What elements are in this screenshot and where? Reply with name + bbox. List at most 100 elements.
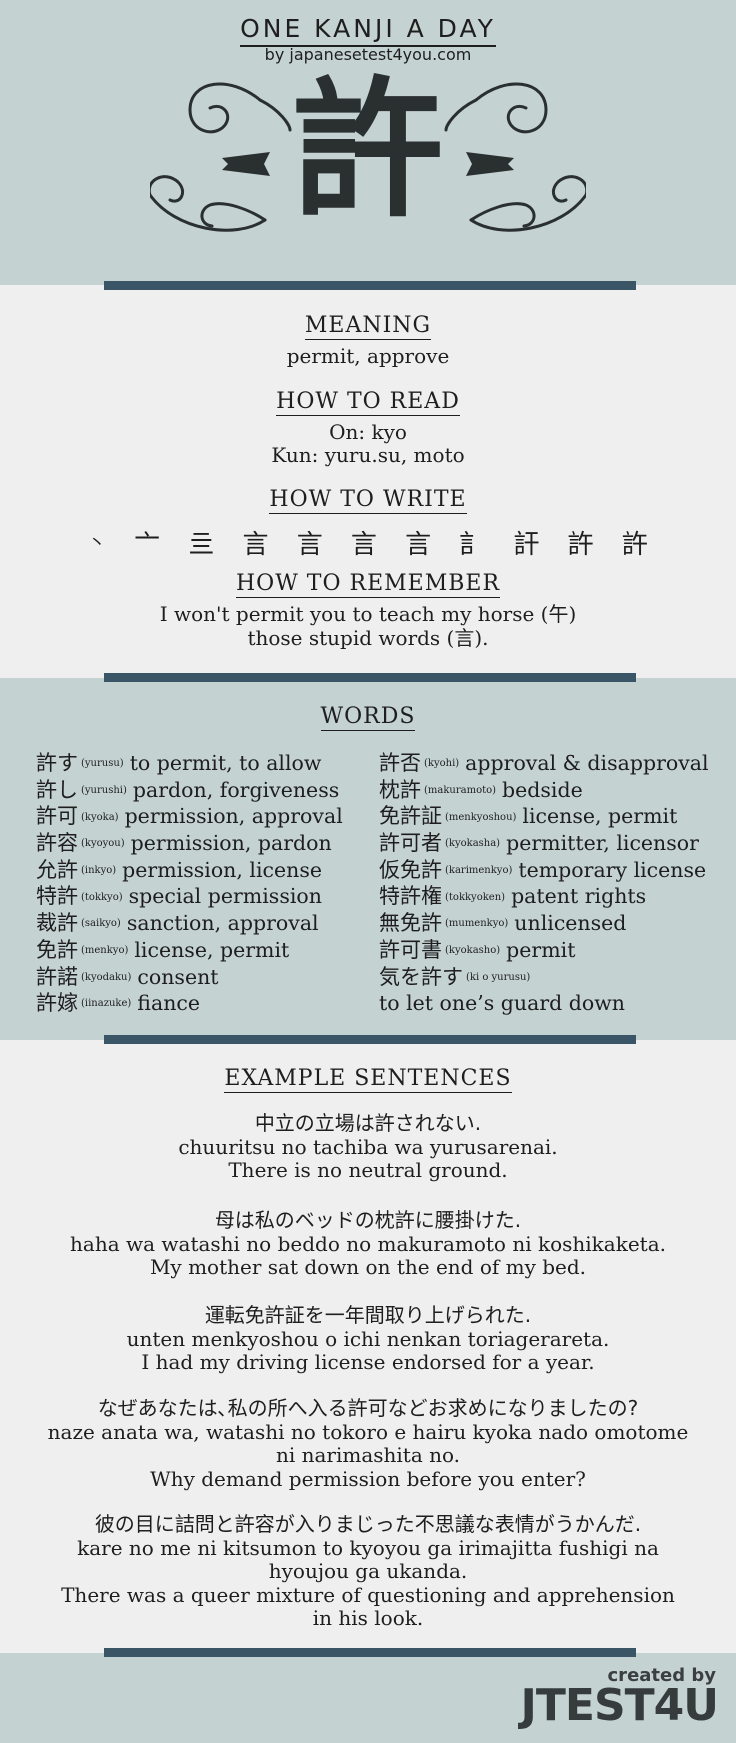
stroke-step: 丶 xyxy=(88,533,106,554)
example-english: in his look. xyxy=(312,1606,424,1630)
word-reading: (kyoka) xyxy=(81,811,119,823)
stroke-step: 亠 xyxy=(134,529,161,560)
stroke-step: 許 xyxy=(567,529,594,560)
example-sentence: 彼の目に詰問と許容が入りまじった不思議な表情がうかんだ. kare no me … xyxy=(0,1512,736,1631)
word-entry: 允許 (inkyo) permission, license xyxy=(36,857,343,884)
word-reading: (menkyo) xyxy=(81,944,129,956)
word-kanji: 許容 xyxy=(36,831,78,856)
word-entry: 許嫁 (iinazuke) fiance xyxy=(36,990,343,1017)
divider xyxy=(104,281,636,290)
word-meaning: patent rights xyxy=(511,884,647,909)
word-reading: (kyokasha) xyxy=(445,838,501,850)
word-kanji: 許諾 xyxy=(36,964,78,989)
example-japanese: なぜあなたは､私の所へ入る許可などお求めになりましたの? xyxy=(97,1396,639,1420)
word-kanji: 允許 xyxy=(36,857,78,882)
stroke-step: 訐 xyxy=(513,529,540,560)
word-reading: (kyokasho) xyxy=(445,944,501,956)
words-heading-text: WORDS xyxy=(320,704,416,731)
example-english: My mother sat down on the end of my bed. xyxy=(149,1255,587,1279)
example-sentence: 母は私のベッドの枕許に腰掛けた. haha wa watashi no bedd… xyxy=(0,1208,736,1280)
word-entry: 気を許す (ki o yurusu) xyxy=(379,964,709,991)
example-sentence: 中立の立場は許されない. chuuritsu no tachiba wa yur… xyxy=(0,1111,736,1183)
word-reading: (mumenkyo) xyxy=(445,918,509,930)
word-entry: 仮免許 (karimenkyo) temporary license xyxy=(379,857,709,884)
word-meaning: approval & disapproval xyxy=(465,751,709,775)
word-reading: (kyodaku) xyxy=(81,971,132,983)
example-english: I had my driving license endorsed for a … xyxy=(141,1350,595,1374)
reading-heading-text: HOW TO READ xyxy=(276,389,460,416)
word-meaning: sanction, approval xyxy=(126,911,319,936)
word-meaning: to permit, to allow xyxy=(129,751,322,775)
word-reading: (tokkyo) xyxy=(81,891,123,903)
reading-kun: Kun: yuru.su, moto xyxy=(271,443,465,467)
word-entry: 許可 (kyoka) permission, approval xyxy=(36,803,343,830)
page-title-text: ONE KANJI A DAY xyxy=(240,14,496,47)
word-kanji: 許可書 xyxy=(379,937,442,962)
word-entry: 許諾 (kyodaku) consent xyxy=(36,964,343,991)
example-romaji: chuuritsu no tachiba wa yurusarenai. xyxy=(178,1134,558,1159)
word-meaning: permitter, licensor xyxy=(506,831,699,856)
word-entry: 特許権 (tokkyoken) patent rights xyxy=(379,883,709,910)
stroke-step: 許 xyxy=(621,529,648,560)
word-reading: (kyoyou) xyxy=(81,838,125,850)
meaning-heading: MEANING xyxy=(0,313,736,340)
divider xyxy=(104,1648,636,1657)
example-romaji: haha wa watashi no beddo no makuramoto n… xyxy=(70,1231,666,1256)
word-kanji: 気を許す xyxy=(379,964,463,989)
word-kanji: 特許権 xyxy=(379,884,442,909)
word-kanji: 許す xyxy=(36,751,78,775)
word-kanji: 許嫁 xyxy=(36,991,78,1016)
word-entry: 許す (yurusu) to permit, to allow xyxy=(36,750,343,777)
word-meaning: fiance xyxy=(137,991,201,1016)
example-japanese: 中立の立場は許されない. xyxy=(254,1111,482,1135)
examples-heading-text: EXAMPLE SENTENCES xyxy=(224,1066,512,1093)
word-meaning: temporary license xyxy=(518,857,707,882)
word-meaning: license, permit xyxy=(134,937,290,962)
word-entry: 裁許 (saikyo) sanction, approval xyxy=(36,910,343,937)
stroke-step: 言 xyxy=(405,529,432,560)
example-sentence: なぜあなたは､私の所へ入る許可などお求めになりましたの? naze anata … xyxy=(0,1396,736,1491)
word-reading: (makuramoto) xyxy=(424,784,497,796)
example-japanese: 彼の目に詰問と許容が入りまじった不思議な表情がうかんだ. xyxy=(94,1512,642,1536)
divider xyxy=(104,673,636,682)
example-sentence: 運転免許証を一年間取り上げられた. unten menkyoshou o ich… xyxy=(0,1303,736,1375)
word-kanji: 許し xyxy=(36,777,78,802)
meaning-heading-text: MEANING xyxy=(304,313,432,340)
meaning-text: permit, approve xyxy=(286,344,450,368)
remember-line: I won't permit you to teach my horse (午) xyxy=(159,602,577,626)
word-reading: (iinazuke) xyxy=(81,998,132,1010)
examples-heading: EXAMPLE SENTENCES xyxy=(0,1066,736,1093)
brand-logo: JTEST4U xyxy=(520,1680,719,1731)
word-meaning: pardon, forgiveness xyxy=(132,777,340,802)
word-entry: 枕許 (makuramoto) bedside xyxy=(379,777,709,804)
word-reading: (yurusu) xyxy=(81,758,124,770)
stroke-step: 言 xyxy=(350,529,377,560)
word-kanji: 特許 xyxy=(36,884,78,909)
words-right-column: 許否 (kyohi) approval & disapproval 枕許 (makur… xyxy=(379,750,709,1017)
example-romaji: hyoujou ga ukanda. xyxy=(268,1559,468,1583)
divider xyxy=(104,1035,636,1044)
word-reading: (inkyo) xyxy=(81,864,117,876)
word-reading: (saikyo) xyxy=(81,918,121,930)
example-japanese: 運転免許証を一年間取り上げられた. xyxy=(204,1303,532,1327)
example-japanese: 母は私のベッドの枕許に腰掛けた. xyxy=(214,1208,522,1232)
stroke-step: 訁 xyxy=(459,529,486,560)
word-meaning: permission, approval xyxy=(124,804,343,829)
word-kanji: 免許 xyxy=(36,937,78,962)
writing-heading-text: HOW TO WRITE xyxy=(269,487,467,514)
word-meaning: to let one’s guard down xyxy=(379,991,625,1016)
word-entry: 許可者 (kyokasha) permitter, licensor xyxy=(379,830,709,857)
word-meaning: permission, pardon xyxy=(130,831,332,856)
word-kanji: 枕許 xyxy=(379,777,421,802)
words-heading: WORDS xyxy=(0,704,736,731)
example-english: There is no neutral ground. xyxy=(228,1158,508,1182)
word-kanji: 無免許 xyxy=(379,911,442,936)
word-kanji: 許可者 xyxy=(379,831,442,856)
word-kanji: 裁許 xyxy=(36,911,78,936)
stroke-step: 言 xyxy=(242,529,269,560)
page-title: ONE KANJI A DAY xyxy=(0,14,736,47)
word-meaning: bedside xyxy=(502,777,583,802)
word-meaning: consent xyxy=(137,964,219,989)
stroke-step: 言 xyxy=(296,529,323,560)
word-entry: 免許証 (menkyoshou) license, permit xyxy=(379,803,709,830)
